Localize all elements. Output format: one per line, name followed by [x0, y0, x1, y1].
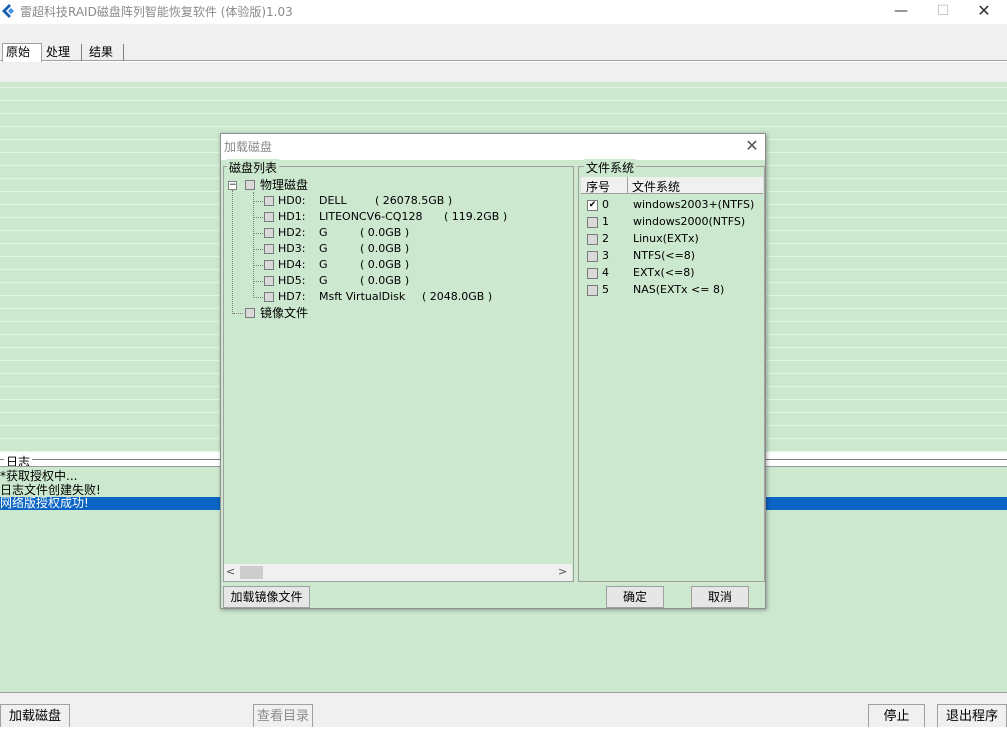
tree-collapse-icon[interactable]: − [228, 181, 237, 190]
disk-id[interactable]: HD3: [278, 241, 305, 257]
fs-checkbox[interactable] [587, 251, 598, 262]
dialog-title: 加载磁盘 [224, 140, 273, 154]
dialog-close-icon[interactable]: ✕ [740, 134, 764, 158]
minimize-button[interactable]: — [878, 0, 924, 24]
disk-name[interactable]: G [319, 241, 328, 257]
fs-name[interactable]: Linux(EXTx) [633, 231, 699, 247]
fs-checkbox-checked[interactable]: ✔ [587, 200, 598, 211]
fs-column-name[interactable]: 文件系统 [632, 178, 680, 195]
disk-checkbox[interactable] [264, 276, 274, 286]
checkbox[interactable] [245, 180, 255, 190]
disk-name[interactable]: G [319, 225, 328, 241]
load-image-file-button[interactable]: 加载镜像文件 [223, 586, 310, 608]
tree-line [254, 233, 263, 234]
fs-index[interactable]: 1 [602, 214, 609, 230]
disk-size[interactable]: ( 0.0GB ) [360, 273, 409, 289]
fs-column-index[interactable]: 序号 [586, 178, 610, 195]
disk-id[interactable]: HD1: [278, 209, 305, 225]
close-window-button[interactable]: ✕ [961, 0, 1007, 24]
disk-id[interactable]: HD5: [278, 273, 305, 289]
disk-checkbox[interactable] [264, 244, 274, 254]
disk-id[interactable]: HD0: [278, 193, 305, 209]
tree-line [254, 297, 263, 298]
disk-checkbox[interactable] [264, 196, 274, 206]
stop-button[interactable]: 停止 [868, 704, 925, 727]
disk-id[interactable]: HD7: [278, 289, 305, 305]
fs-checkbox[interactable] [587, 268, 598, 279]
exit-button[interactable]: 退出程序 [937, 704, 1007, 727]
fs-index[interactable]: 0 [602, 197, 609, 213]
disk-size[interactable]: ( 26078.5GB ) [375, 193, 452, 209]
fs-name[interactable]: NTFS(<=8) [633, 248, 695, 264]
scrollbar-thumb[interactable] [240, 566, 263, 579]
horizontal-scrollbar[interactable] [224, 564, 572, 581]
disk-size[interactable]: ( 0.0GB ) [360, 225, 409, 241]
disk-name[interactable]: G [319, 273, 328, 289]
disk-checkbox[interactable] [264, 228, 274, 238]
ok-button[interactable]: 确定 [606, 586, 664, 608]
tab-process[interactable]: 处理 [43, 44, 82, 61]
disk-checkbox[interactable] [264, 260, 274, 270]
tree-line [254, 265, 263, 266]
checkbox[interactable] [245, 308, 255, 318]
dialog-title-bar [221, 134, 765, 160]
main-header-band [0, 62, 1007, 82]
tree-node-physical-disk[interactable]: 物理磁盘 [260, 177, 308, 193]
disk-size[interactable]: ( 2048.0GB ) [422, 289, 492, 305]
tree-line [233, 313, 243, 314]
fs-index[interactable]: 5 [602, 282, 609, 298]
tab-strip [0, 24, 1007, 61]
scroll-left-icon[interactable]: < [226, 565, 235, 578]
disk-id[interactable]: HD4: [278, 257, 305, 273]
load-disk-button[interactable]: 加载磁盘 [0, 704, 70, 727]
disk-name[interactable]: G [319, 257, 328, 273]
tree-line [254, 281, 263, 282]
fs-index[interactable]: 4 [602, 265, 609, 281]
fs-name[interactable]: NAS(EXTx <= 8) [633, 282, 724, 298]
tree-line [254, 201, 263, 202]
disk-name[interactable]: Msft VirtualDisk [319, 289, 405, 305]
fs-checkbox[interactable] [587, 217, 598, 228]
cancel-button[interactable]: 取消 [691, 586, 749, 608]
disk-size[interactable]: ( 119.2GB ) [444, 209, 507, 225]
disk-checkbox[interactable] [264, 292, 274, 302]
window-title: 雷超科技RAID磁盘阵列智能恢复软件 (体验版)1.03 [20, 5, 293, 19]
view-directory-button[interactable]: 查看目录 [253, 704, 313, 727]
tree-line [254, 249, 263, 250]
fs-index[interactable]: 3 [602, 248, 609, 264]
tab-original[interactable]: 原始 [2, 43, 42, 62]
fs-name[interactable]: windows2003+(NTFS) [633, 197, 754, 213]
fs-index[interactable]: 2 [602, 231, 609, 247]
tree-line [254, 217, 263, 218]
app-logo-icon [2, 4, 14, 18]
fs-checkbox[interactable] [587, 285, 598, 296]
tree-line [253, 192, 254, 298]
fs-name[interactable]: windows2000(NTFS) [633, 214, 745, 230]
file-system-label: 文件系统 [584, 159, 637, 176]
bottom-toolbar [0, 692, 1007, 727]
disk-id[interactable]: HD2: [278, 225, 305, 241]
disk-size[interactable]: ( 0.0GB ) [360, 257, 409, 273]
disk-checkbox[interactable] [264, 212, 274, 222]
disk-name[interactable]: DELL [319, 193, 347, 209]
maximize-button[interactable]: ☐ [920, 0, 966, 24]
disk-size[interactable]: ( 0.0GB ) [360, 241, 409, 257]
tree-node-image-file[interactable]: 镜像文件 [260, 305, 308, 321]
disk-name[interactable]: LITEONCV6-CQ128 [319, 209, 422, 225]
fs-checkbox[interactable] [587, 234, 598, 245]
tree-line [232, 190, 233, 314]
fs-name[interactable]: EXTx(<=8) [633, 265, 695, 281]
tab-result[interactable]: 结果 [86, 44, 124, 61]
column-separator[interactable] [627, 177, 628, 193]
scroll-right-icon[interactable]: > [558, 565, 567, 578]
disk-list-label: 磁盘列表 [227, 159, 280, 176]
